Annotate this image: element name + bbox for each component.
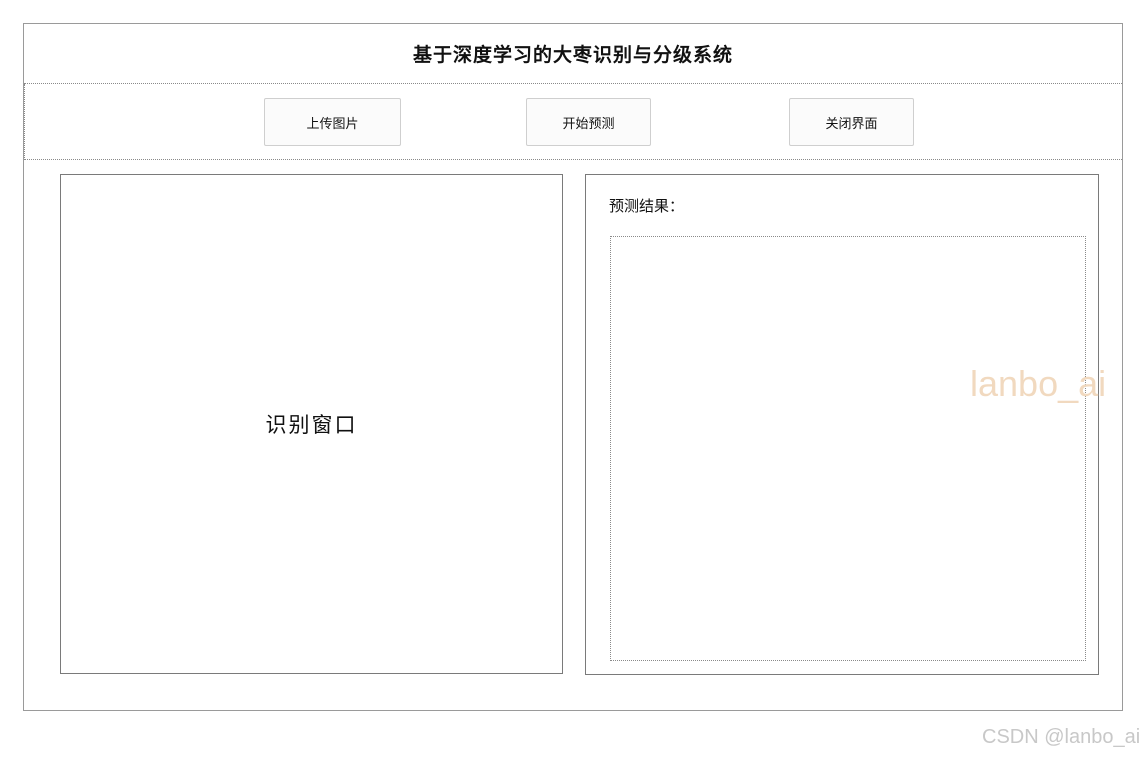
close-window-button[interactable]: 关闭界面: [789, 98, 914, 146]
prediction-result-textbox[interactable]: [610, 236, 1086, 661]
start-prediction-button[interactable]: 开始预测: [526, 98, 651, 146]
title-bar: 基于深度学习的大枣识别与分级系统: [24, 24, 1122, 84]
main-window: 基于深度学习的大枣识别与分级系统 上传图片 开始预测 关闭界面 识别窗口 预测结…: [23, 23, 1123, 711]
upload-image-button[interactable]: 上传图片: [264, 98, 401, 146]
recognition-window-label: 识别窗口: [265, 413, 358, 437]
recognition-image-panel: 识别窗口: [60, 174, 563, 674]
prediction-result-panel: 预测结果：: [585, 174, 1099, 675]
prediction-result-label: 预测结果：: [609, 197, 685, 215]
app-title: 基于深度学习的大枣识别与分级系统: [412, 44, 733, 66]
toolbar: 上传图片 开始预测 关闭界面: [24, 84, 1122, 160]
watermark-center: lanbo_ai: [970, 363, 1107, 404]
watermark-footer: CSDN @lanbo_ai: [982, 726, 1141, 748]
